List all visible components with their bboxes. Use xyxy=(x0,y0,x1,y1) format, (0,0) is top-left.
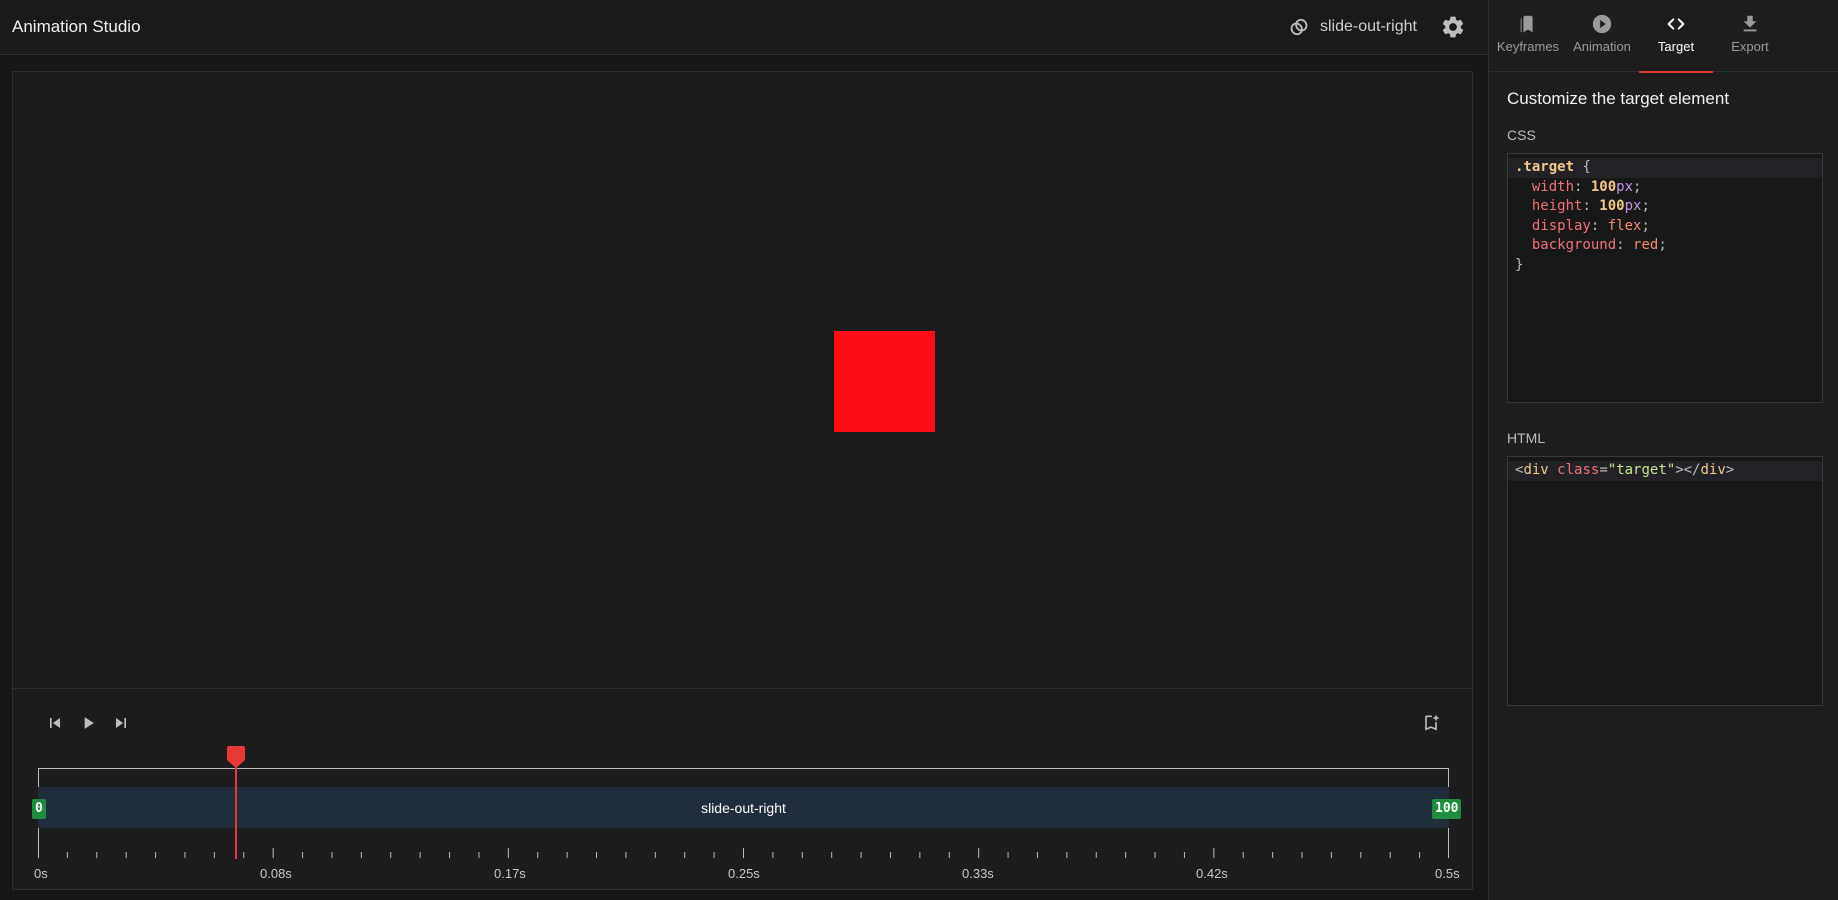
download-icon xyxy=(1743,15,1757,32)
play-circle-icon xyxy=(1592,14,1612,34)
timeline-ticks xyxy=(38,848,1449,858)
tick-label: 0s xyxy=(34,866,48,881)
css-number: 100 xyxy=(1599,198,1625,214)
tab-label: Keyframes xyxy=(1496,39,1560,54)
tick-label: 0.17s xyxy=(494,866,526,881)
tab-animation[interactable]: Animation xyxy=(1565,0,1639,72)
keyframe-start-marker[interactable]: 0 xyxy=(32,799,46,819)
tick-label: 0.33s xyxy=(962,866,994,881)
css-prop: width xyxy=(1531,178,1575,195)
track-label: slide-out-right xyxy=(701,799,786,816)
app-title: Animation Studio xyxy=(12,17,141,36)
css-prop: height xyxy=(1531,198,1583,214)
add-keyframe-button[interactable] xyxy=(1421,713,1441,733)
animation-name-button[interactable]: slide-out-right xyxy=(1288,15,1417,39)
playhead-line xyxy=(235,766,237,859)
panel-heading: Customize the target element xyxy=(1507,89,1730,108)
css-value: red xyxy=(1633,237,1659,253)
css-value: flex xyxy=(1607,217,1642,234)
tab-target[interactable]: Target xyxy=(1639,0,1713,73)
css-selector: .target xyxy=(1515,159,1575,175)
tick-label: 0.42s xyxy=(1196,866,1228,881)
css-unit: px xyxy=(1624,198,1642,214)
skip-to-end-button[interactable] xyxy=(111,713,131,733)
bookmark-add-icon xyxy=(1425,715,1439,731)
tick-label: 0.08s xyxy=(260,866,292,881)
tick-label: 0.5s xyxy=(1435,866,1460,881)
tab-label: Animation xyxy=(1573,39,1631,54)
tab-label: Export xyxy=(1731,39,1769,54)
animation-name-label: slide-out-right xyxy=(1320,18,1417,35)
skip-next-icon xyxy=(116,718,126,728)
tab-label: Target xyxy=(1657,39,1695,54)
keyframe-end-marker[interactable]: 100 xyxy=(1432,799,1462,819)
play-icon xyxy=(84,717,94,729)
css-prop: background xyxy=(1531,237,1617,253)
tick-label: 0.25s xyxy=(728,866,760,881)
animation-track[interactable]: slide-out-right xyxy=(38,787,1449,828)
html-attr: class xyxy=(1557,462,1600,478)
top-bar: Animation Studio slide-out-right xyxy=(0,0,1488,55)
skip-to-start-button[interactable] xyxy=(45,713,65,733)
tab-export[interactable]: Export xyxy=(1713,0,1787,72)
bookmark-icon xyxy=(1520,15,1533,33)
gear-icon[interactable] xyxy=(1440,14,1466,40)
timeline-panel: slide-out-right 0 100 0s 0.08s 0.17s 0.2… xyxy=(12,688,1473,890)
target-element xyxy=(834,331,935,432)
css-editor[interactable]: .target { width: 100px; height: 100px; d… xyxy=(1507,153,1823,403)
skip-previous-icon xyxy=(50,718,60,728)
html-tag: div xyxy=(1523,462,1549,478)
tab-keyframes[interactable]: Keyframes xyxy=(1491,0,1565,72)
rings-icon xyxy=(1290,18,1308,36)
preview-canvas xyxy=(12,71,1473,689)
html-label: HTML xyxy=(1507,430,1546,446)
play-button[interactable] xyxy=(78,713,98,733)
css-number: 100 xyxy=(1590,178,1617,195)
timeline[interactable]: slide-out-right 0 100 0s 0.08s 0.17s 0.2… xyxy=(32,746,1462,881)
html-tag: div xyxy=(1700,462,1726,478)
code-icon xyxy=(1667,18,1685,30)
css-prop: display xyxy=(1531,217,1591,234)
panel-tabs: Keyframes Animation Target Export xyxy=(1489,0,1838,73)
html-attr-value: "target" xyxy=(1607,462,1676,478)
css-label: CSS xyxy=(1507,127,1536,143)
playhead-handle[interactable] xyxy=(227,746,245,768)
html-editor[interactable]: <div class="target"></div> xyxy=(1507,456,1823,706)
css-unit: px xyxy=(1616,178,1634,195)
side-panel: Keyframes Animation Target Export Custom… xyxy=(1488,0,1838,900)
